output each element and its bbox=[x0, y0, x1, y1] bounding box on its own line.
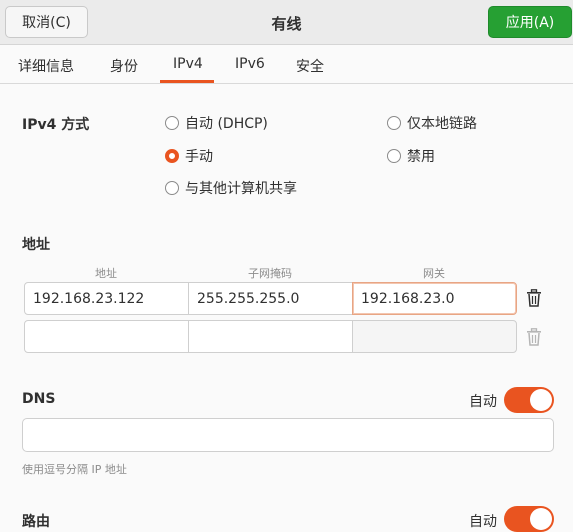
netmask-input[interactable] bbox=[188, 320, 353, 353]
active-tab-indicator bbox=[160, 80, 214, 83]
trash-icon[interactable] bbox=[526, 289, 542, 307]
switch-knob bbox=[530, 389, 552, 411]
address-input[interactable] bbox=[24, 320, 189, 353]
trash-icon[interactable] bbox=[526, 328, 542, 346]
tab-security[interactable]: 安全 bbox=[296, 56, 324, 76]
gateway-input[interactable] bbox=[352, 320, 517, 353]
tab-ipv4[interactable]: IPv4 bbox=[173, 56, 203, 72]
addresses-label: 地址 bbox=[22, 237, 50, 253]
radio-circle bbox=[165, 116, 179, 130]
radio-link-local[interactable]: 仅本地链路 bbox=[387, 113, 477, 133]
tab-identity[interactable]: 身份 bbox=[110, 56, 138, 76]
switch-knob bbox=[530, 508, 552, 530]
routes-auto-label: 自动 bbox=[469, 514, 497, 530]
radio-auto-dhcp[interactable]: 自动 (DHCP) bbox=[165, 113, 268, 133]
radio-manual[interactable]: 手动 bbox=[165, 146, 213, 166]
radio-label: 手动 bbox=[185, 149, 213, 165]
radio-label: 与其他计算机共享 bbox=[185, 181, 297, 197]
radio-label: 仅本地链路 bbox=[407, 116, 477, 132]
radio-label: 自动 (DHCP) bbox=[185, 116, 268, 132]
radio-label: 禁用 bbox=[407, 149, 435, 165]
column-header-gateway: 网关 bbox=[423, 267, 445, 280]
address-input[interactable]: 192.168.23.122 bbox=[24, 282, 189, 315]
tab-ipv6[interactable]: IPv6 bbox=[235, 56, 265, 72]
netmask-input[interactable]: 255.255.255.0 bbox=[188, 282, 353, 315]
radio-circle bbox=[387, 116, 401, 130]
dns-auto-label: 自动 bbox=[469, 394, 497, 410]
routes-auto-switch[interactable] bbox=[504, 506, 554, 532]
apply-button[interactable]: 应用(A) bbox=[488, 6, 572, 38]
radio-circle bbox=[387, 149, 401, 163]
tab-bar: 详细信息 身份 IPv4 IPv6 安全 bbox=[0, 45, 573, 84]
routes-label: 路由 bbox=[22, 514, 50, 530]
radio-shared[interactable]: 与其他计算机共享 bbox=[165, 178, 297, 198]
radio-circle bbox=[165, 181, 179, 195]
tab-details[interactable]: 详细信息 bbox=[18, 56, 74, 76]
header-bar: 取消(C) 有线 应用(A) bbox=[0, 0, 573, 45]
column-header-address: 地址 bbox=[95, 267, 117, 280]
dns-input[interactable] bbox=[22, 418, 554, 452]
radio-circle-selected bbox=[165, 149, 179, 163]
dns-auto-switch[interactable] bbox=[504, 387, 554, 413]
dns-label: DNS bbox=[22, 391, 56, 407]
dns-hint: 使用逗号分隔 IP 地址 bbox=[22, 463, 127, 476]
gateway-input[interactable]: 192.168.23.0 bbox=[352, 282, 517, 315]
radio-disabled[interactable]: 禁用 bbox=[387, 146, 435, 166]
column-header-netmask: 子网掩码 bbox=[248, 267, 292, 280]
ipv4-method-label: IPv4 方式 bbox=[22, 117, 90, 133]
